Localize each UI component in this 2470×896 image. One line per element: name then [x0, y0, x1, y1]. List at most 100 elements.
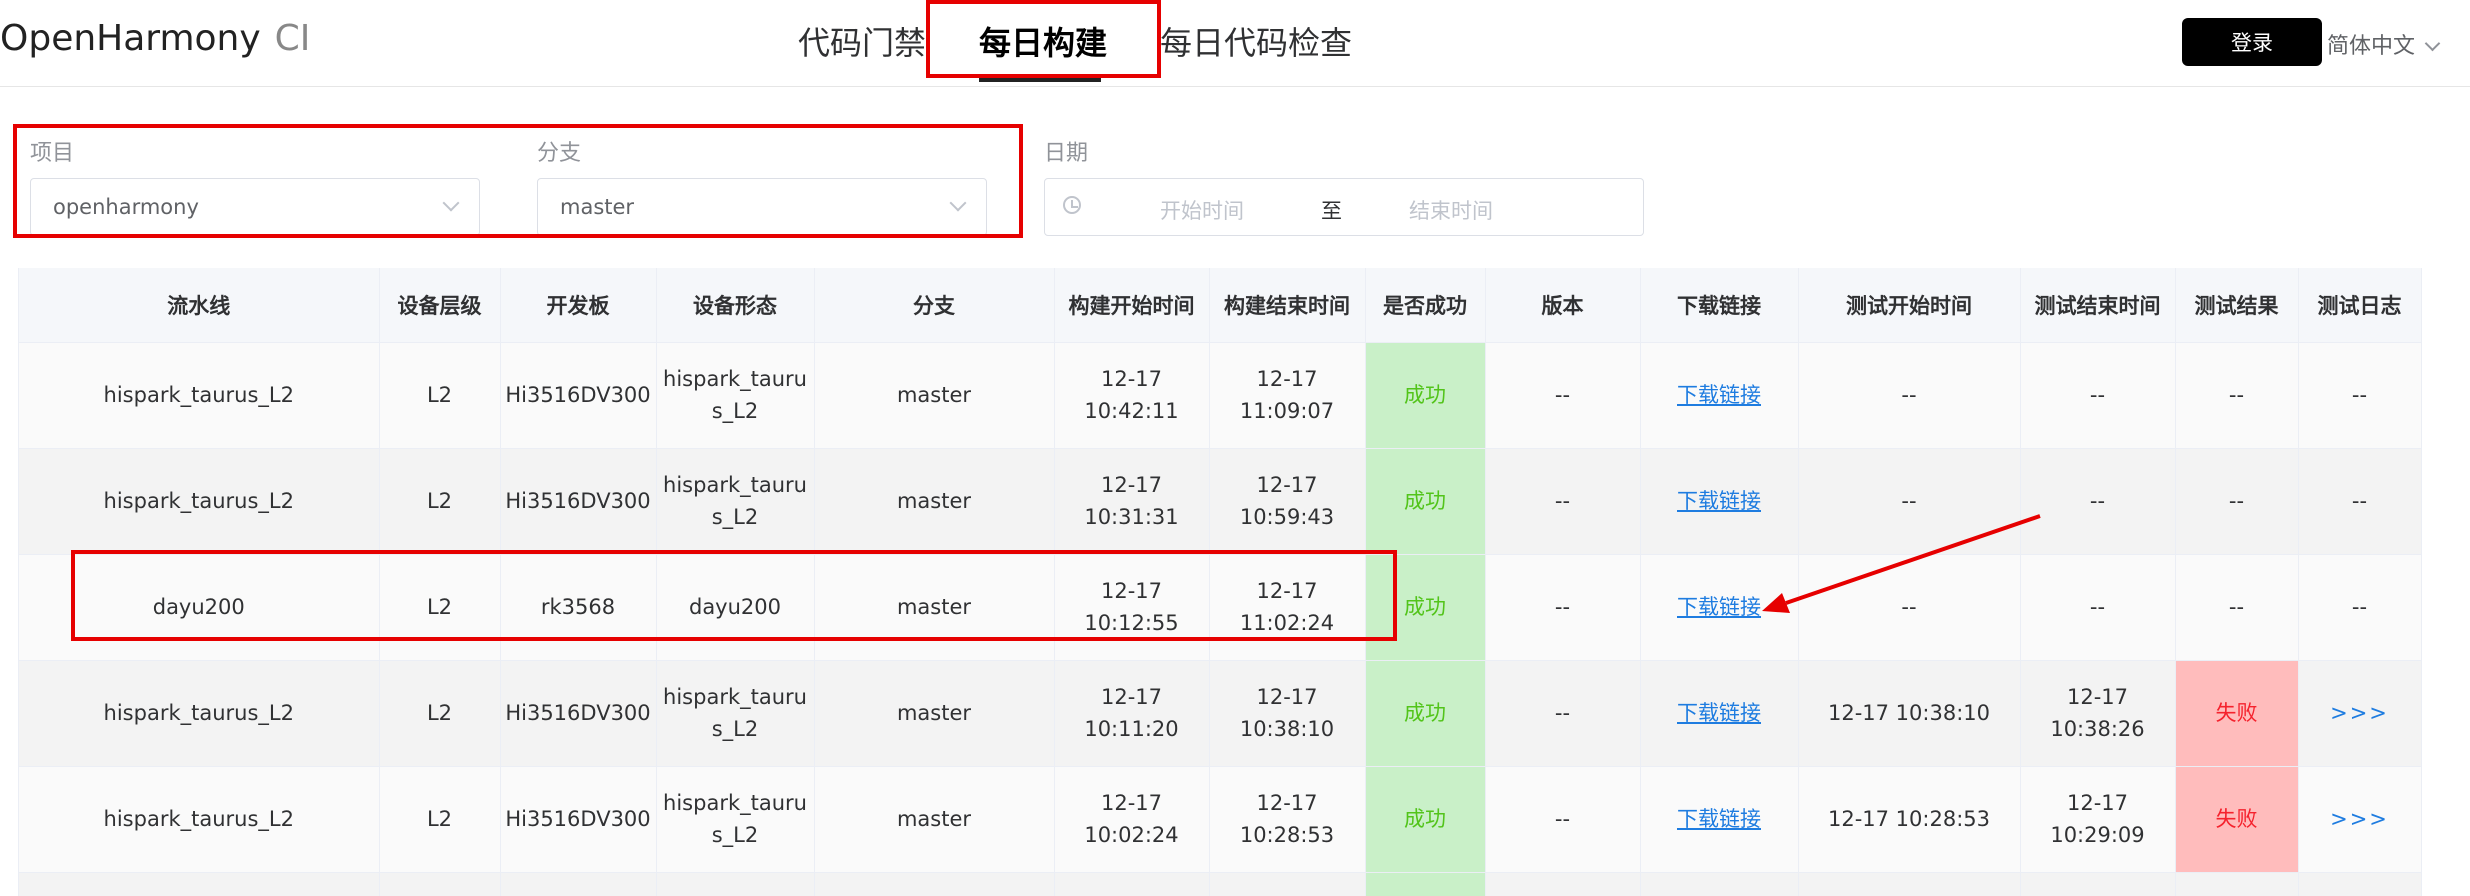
table-cell [1209, 872, 1366, 896]
success-status-cell: 成功 [1365, 766, 1486, 873]
build-start-cell: 12-17 10:11:20 [1054, 660, 1210, 767]
board-cell: Hi3516DV300 [500, 448, 657, 555]
download-cell: 下载链接 [1640, 554, 1799, 661]
success-status-cell [1365, 872, 1486, 896]
build-start-cell: 12-17 10:02:24 [1054, 766, 1210, 873]
table-cell [19, 872, 380, 896]
build-start-cell: 12-17 10:12:55 [1054, 554, 1210, 661]
nav-tab-code-gate[interactable]: 代码门禁 [798, 18, 926, 64]
table-cell [1640, 872, 1799, 896]
board-cell: rk3568 [500, 554, 657, 661]
column-header: 是否成功 [1365, 268, 1486, 343]
table-row: hispark_taurus_L2 L2 Hi3516DV300 hispark… [19, 660, 2421, 767]
test-end-cell: 12-17 10:38:26 [2020, 660, 2176, 767]
board-cell: Hi3516DV300 [500, 766, 657, 873]
table-cell [656, 872, 815, 896]
download-link[interactable]: 下载链接 [1677, 489, 1761, 513]
date-label: 日期 [1044, 141, 1089, 166]
board-cell: Hi3516DV300 [500, 342, 657, 449]
branch-label: 分支 [537, 141, 582, 166]
pipeline-cell: hispark_taurus_L2 [19, 660, 380, 767]
branch-cell: master [814, 342, 1055, 449]
column-header: 构建结束时间 [1209, 268, 1366, 343]
brand-logo[interactable]: OpenHarmony CI [0, 18, 310, 59]
fail-status-cell: 失败 [2175, 660, 2299, 767]
pipeline-cell: dayu200 [19, 554, 380, 661]
nav-tab-daily-build[interactable]: 每日构建 [979, 18, 1107, 64]
table-cell [500, 872, 657, 896]
column-header: 测试日志 [2298, 268, 2421, 343]
version-cell: -- [1485, 342, 1641, 449]
success-status-cell: 成功 [1365, 448, 1486, 555]
test-log-cell: -- [2298, 448, 2421, 555]
test-start-cell: 12-17 10:38:10 [1798, 660, 2021, 767]
column-header: 分支 [814, 268, 1055, 343]
success-status-cell: 成功 [1365, 554, 1486, 661]
project-select[interactable]: openharmony [30, 178, 480, 236]
test-result-cell: -- [2175, 342, 2299, 449]
chevron-down-icon [949, 194, 967, 212]
pipeline-cell: hispark_taurus_L2 [19, 448, 380, 555]
column-header: 构建开始时间 [1054, 268, 1210, 343]
column-header: 测试开始时间 [1798, 268, 2021, 343]
column-header: 流水线 [19, 268, 380, 343]
language-label: 简体中文 [2327, 34, 2416, 59]
download-link[interactable]: 下载链接 [1677, 383, 1761, 407]
table-cell [379, 872, 501, 896]
download-cell: 下载链接 [1640, 342, 1799, 449]
project-label: 项目 [30, 141, 75, 166]
form-cell: hispark_taurus_L2 [656, 660, 815, 767]
end-time-input[interactable]: 结束时间 [1409, 195, 1493, 225]
success-status-cell: 成功 [1365, 342, 1486, 449]
active-tab-indicator [979, 78, 1101, 82]
pipeline-cell: hispark_taurus_L2 [19, 766, 380, 873]
download-link[interactable]: 下载链接 [1677, 807, 1761, 831]
table-cell [814, 872, 1055, 896]
level-cell: L2 [379, 342, 501, 449]
version-cell: -- [1485, 766, 1641, 873]
form-cell: dayu200 [656, 554, 815, 661]
level-cell: L2 [379, 660, 501, 767]
table-cell [2020, 872, 2176, 896]
form-cell: hispark_taurus_L2 [656, 766, 815, 873]
level-cell: L2 [379, 448, 501, 555]
version-cell: -- [1485, 554, 1641, 661]
table-cell [2298, 872, 2421, 896]
table-header-row: 流水线 设备层级 开发板 设备形态 分支 构建开始时间 构建结束时间 是否成功 … [19, 268, 2421, 343]
test-result-cell: -- [2175, 554, 2299, 661]
start-time-input[interactable]: 开始时间 [1160, 195, 1244, 225]
column-header: 开发板 [500, 268, 657, 343]
form-cell: hispark_taurus_L2 [656, 448, 815, 555]
branch-cell: master [814, 448, 1055, 555]
test-result-cell: -- [2175, 448, 2299, 555]
range-separator: 至 [1321, 199, 1342, 223]
branch-select[interactable]: master [537, 178, 987, 236]
table-row: hispark_taurus_L2 L2 Hi3516DV300 hispark… [19, 766, 2421, 873]
table-row: dayu200 L2 rk3568 dayu200 master 12-17 1… [19, 554, 2421, 661]
download-cell: 下载链接 [1640, 660, 1799, 767]
date-range-picker[interactable]: 开始时间 至 结束时间 [1044, 178, 1644, 236]
branch-cell: master [814, 766, 1055, 873]
download-link[interactable]: 下载链接 [1677, 595, 1761, 619]
brand-suffix: CI [274, 18, 311, 59]
test-log-link[interactable]: >>> [2330, 807, 2389, 831]
column-header: 设备形态 [656, 268, 815, 343]
language-selector[interactable]: 简体中文 [2327, 28, 2441, 60]
test-log-link[interactable]: >>> [2330, 701, 2389, 725]
login-button[interactable]: 登录 [2182, 18, 2322, 66]
chevron-down-icon [2424, 35, 2441, 52]
table-row [19, 872, 2421, 896]
build-end-cell: 12-17 11:09:07 [1209, 342, 1366, 449]
table-cell [1798, 872, 2021, 896]
nav-tab-daily-code-check[interactable]: 每日代码检查 [1160, 18, 1352, 64]
test-log-cell: -- [2298, 554, 2421, 661]
build-end-cell: 12-17 10:38:10 [1209, 660, 1366, 767]
branch-select-value: master [560, 195, 635, 219]
test-start-cell: -- [1798, 448, 2021, 555]
download-link[interactable]: 下载链接 [1677, 701, 1761, 725]
level-cell: L2 [379, 554, 501, 661]
build-end-cell: 12-17 10:28:53 [1209, 766, 1366, 873]
project-select-value: openharmony [53, 195, 199, 219]
form-cell: hispark_taurus_L2 [656, 342, 815, 449]
test-start-cell: -- [1798, 554, 2021, 661]
